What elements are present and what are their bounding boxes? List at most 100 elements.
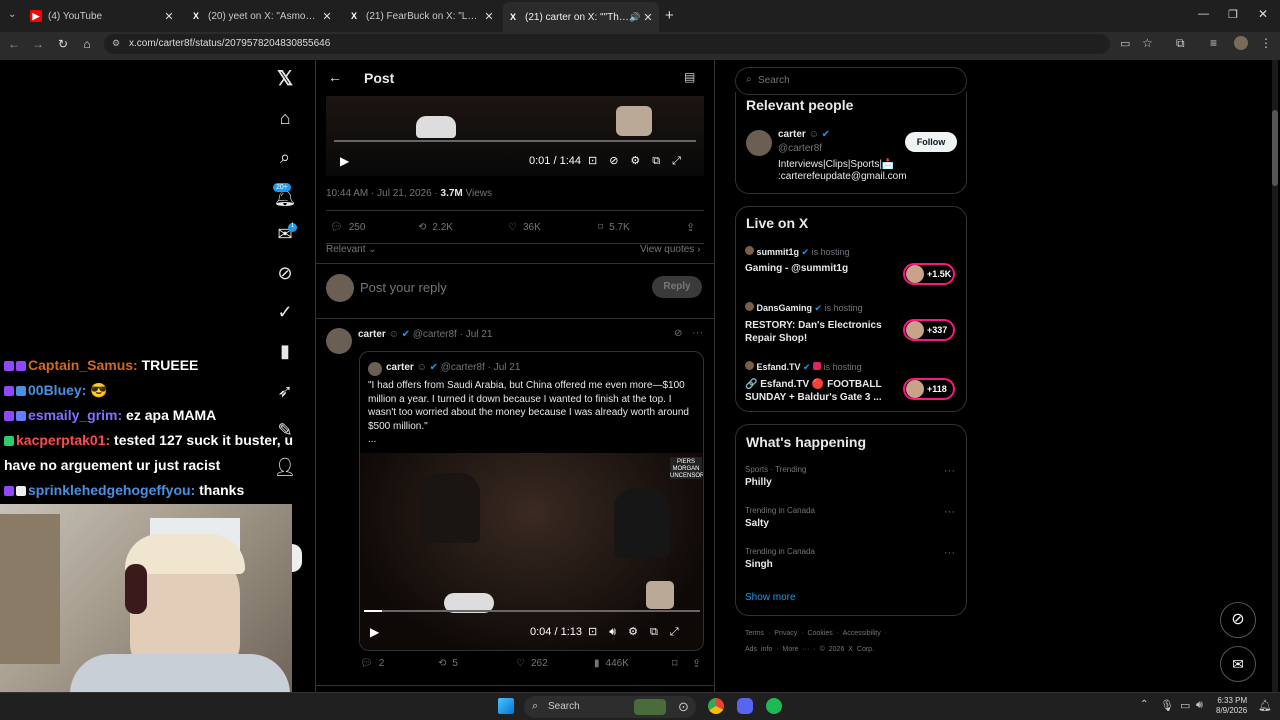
bookmark-icon[interactable]: ⌑: [672, 657, 678, 670]
reply-button[interactable]: Reply: [652, 276, 702, 298]
network-icon[interactable]: ▭: [1180, 699, 1190, 712]
mic-icon[interactable]: 🎙︎: [1160, 699, 1174, 712]
tray-chevron-icon[interactable]: ⌃: [1140, 699, 1148, 710]
share-icon[interactable]: ⇪: [692, 657, 701, 670]
close-tab-icon[interactable]: ✕: [641, 11, 655, 24]
taskbar-search[interactable]: ⌕ Search: [524, 696, 696, 718]
notification-icon[interactable]: 🔔︎: [1258, 699, 1272, 712]
search-input[interactable]: ⌕ Search: [735, 67, 967, 95]
video-controls-icons[interactable]: ⊡⊘⚙⧉⤢: [588, 154, 693, 168]
person-name[interactable]: carter ☺ ✔: [778, 129, 830, 140]
volume-icon[interactable]: 🔊︎: [1196, 699, 1203, 712]
task-view-icon[interactable]: ⊙: [678, 699, 689, 715]
profile-avatar[interactable]: [1234, 36, 1248, 50]
jobs-icon[interactable]: ➶: [274, 380, 296, 402]
clock[interactable]: 6:33 PM 8/9/2026: [1216, 696, 1247, 716]
video-progress-bar[interactable]: [334, 140, 696, 142]
close-tab-icon[interactable]: ✕: [320, 10, 334, 23]
live-title[interactable]: RESTORY: Dan's Electronics Repair Shop!: [745, 319, 895, 345]
quoted-post[interactable]: carter ☺ ✔ @carter8f · Jul 21 "I had off…: [359, 351, 704, 651]
spotify-icon[interactable]: [766, 698, 782, 714]
new-tab-button[interactable]: +: [665, 7, 674, 24]
discord-icon[interactable]: [737, 698, 753, 714]
bookmarks-icon[interactable]: ▮: [274, 340, 296, 362]
chrome-icon[interactable]: [708, 698, 724, 714]
x-logo-icon[interactable]: 𝕏: [274, 67, 296, 90]
reply-author[interactable]: carter ☺ ✔ @carter8f · Jul 21: [358, 329, 492, 340]
reader-icon[interactable]: ▤: [684, 70, 695, 84]
more-icon[interactable]: ···: [692, 327, 703, 339]
reply-input[interactable]: Post your reply: [360, 280, 447, 295]
footer-link[interactable]: Cookies: [807, 630, 832, 637]
live-listeners[interactable]: +1.5K: [903, 263, 955, 285]
close-window-button[interactable]: ✕: [1258, 7, 1268, 21]
sort-dropdown[interactable]: Relevant ⌄: [326, 244, 377, 255]
grok-icon[interactable]: ⊘: [274, 262, 296, 284]
view-quotes-link[interactable]: View quotes ›: [640, 244, 700, 255]
live-host[interactable]: Esfand.TV ✔ is hosting: [745, 361, 862, 373]
trend-name[interactable]: Philly: [745, 477, 772, 488]
like-action[interactable]: ♡ 262: [516, 658, 548, 669]
close-tab-icon[interactable]: ✕: [162, 10, 176, 23]
verified-icon[interactable]: ✓: [274, 301, 296, 323]
video-player[interactable]: PIERS MORGAN UNCENSORED ▶ 0:04 / 1:13 ⊡🔊…: [360, 453, 703, 650]
video-player[interactable]: ▶ 0:01 / 1:44 ⊡⊘⚙⧉⤢: [326, 96, 704, 176]
follow-button[interactable]: Follow: [905, 132, 957, 152]
tab-youtube[interactable]: ▶ (4) YouTube ✕: [26, 4, 180, 28]
tab-yeet[interactable]: X (20) yeet on X: "Asmongold ap ✕: [186, 4, 338, 28]
explore-search-icon[interactable]: ⌕: [274, 146, 296, 168]
live-listeners[interactable]: +337: [903, 319, 955, 341]
minimize-button[interactable]: —: [1198, 8, 1209, 20]
live-listeners[interactable]: +118: [903, 378, 955, 400]
messages-float-button[interactable]: ✉: [1220, 646, 1256, 682]
reply-action[interactable]: 💬︎ 250: [330, 222, 365, 233]
profile-icon[interactable]: 👤︎: [274, 456, 297, 478]
bookmark-action[interactable]: ⌑ 5.7K: [598, 222, 630, 233]
bookmark-star-icon[interactable]: ☆: [1142, 36, 1153, 50]
live-title[interactable]: 🔗 Esfand.TV 🔴 FOOTBALL SUNDAY + Baldur's…: [745, 378, 895, 404]
scrollbar-thumb[interactable]: [1272, 110, 1278, 186]
tab-fearbuck[interactable]: X (21) FearBuck on X: "Luka Donc ✕: [344, 4, 500, 28]
menu-icon[interactable]: ⋮: [1260, 36, 1272, 50]
tab-list-icon[interactable]: ⌄: [8, 9, 16, 20]
audio-icon[interactable]: 🔊: [629, 12, 641, 23]
home-icon[interactable]: ⌂: [274, 107, 296, 129]
trend-name[interactable]: Salty: [745, 518, 769, 529]
trend-name[interactable]: Singh: [745, 559, 773, 570]
live-title[interactable]: Gaming - @summit1g: [745, 263, 895, 274]
footer-link[interactable]: Terms: [745, 630, 764, 637]
live-host[interactable]: summit1g ✔ is hosting: [745, 246, 850, 258]
close-tab-icon[interactable]: ✕: [482, 10, 496, 23]
maximize-button[interactable]: ❐: [1228, 8, 1238, 21]
forward-icon[interactable]: →: [30, 37, 46, 51]
back-icon[interactable]: ←: [6, 37, 22, 51]
site-info-icon[interactable]: ⚙: [112, 38, 120, 49]
grok-float-button[interactable]: ⊘: [1220, 602, 1256, 638]
footer-link[interactable]: Accessibility: [843, 630, 881, 637]
avatar[interactable]: [326, 274, 354, 302]
play-icon[interactable]: ▶: [370, 625, 379, 639]
video-controls-icons[interactable]: ⊡🔊︎⚙⧉⤢: [588, 625, 691, 639]
back-arrow-icon[interactable]: ←: [328, 69, 342, 85]
like-action[interactable]: ♡ 36K: [508, 222, 541, 233]
live-host[interactable]: DansGaming ✔ is hosting: [745, 302, 863, 314]
more-icon[interactable]: ···: [944, 506, 955, 518]
home-icon[interactable]: ⌂: [79, 37, 95, 51]
footer-link[interactable]: Privacy: [774, 630, 797, 637]
tab-carter[interactable]: X (21) carter on X: ""The m 🔊 ✕: [503, 2, 659, 32]
repost-action[interactable]: ⟲ 5: [438, 658, 458, 669]
windows-start-icon[interactable]: [498, 698, 514, 714]
more-icon[interactable]: ···: [944, 547, 955, 559]
share-icon[interactable]: ⇪: [686, 221, 695, 234]
avatar[interactable]: [746, 130, 772, 156]
footer-link[interactable]: Ads info: [745, 646, 772, 653]
avatar[interactable]: [326, 328, 352, 354]
grok-icon[interactable]: ⊘: [674, 328, 682, 339]
reply-action[interactable]: 💬︎ 2: [360, 658, 384, 669]
address-bar[interactable]: ⚙ x.com/carter8f/status/2079578204830855…: [104, 34, 1110, 54]
extensions-icon[interactable]: ⧉: [1176, 36, 1185, 51]
media-icon[interactable]: ≡: [1210, 36, 1217, 50]
repost-action[interactable]: ⟲ 2.2K: [418, 222, 453, 233]
views-action[interactable]: ▮ 446K: [594, 658, 629, 669]
video-progress-bar[interactable]: [364, 610, 700, 612]
